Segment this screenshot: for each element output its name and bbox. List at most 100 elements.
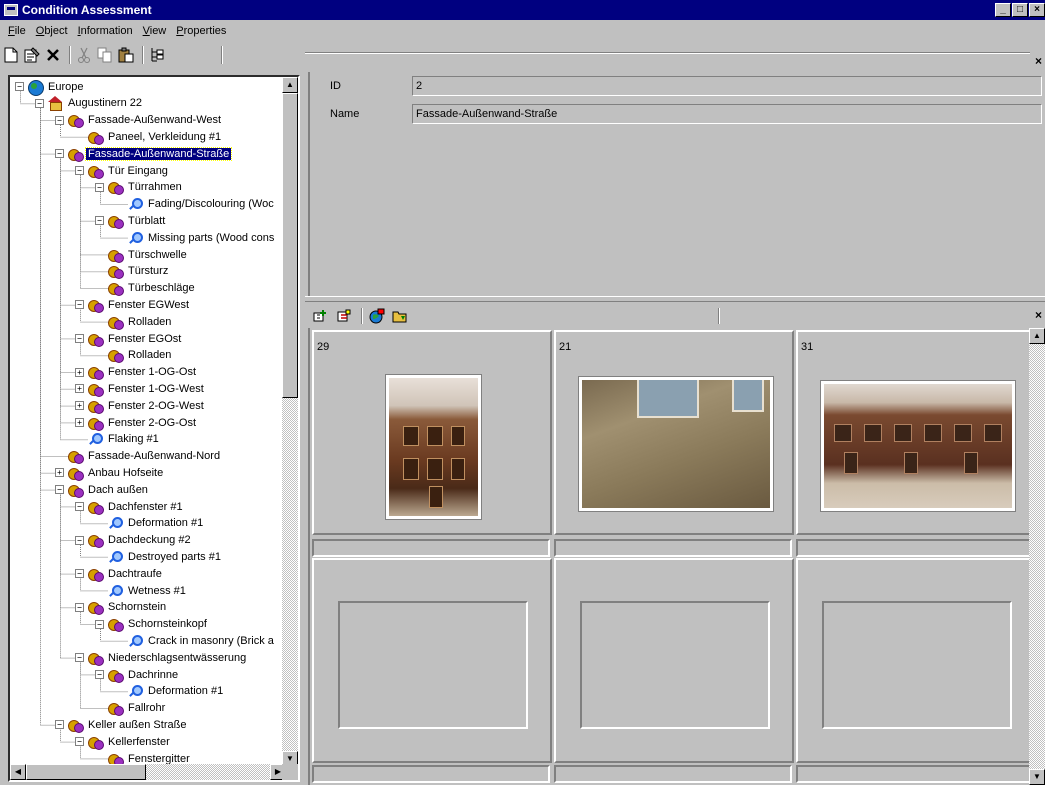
collapse-icon[interactable]: − xyxy=(35,98,44,108)
collapse-icon[interactable]: − xyxy=(55,485,64,495)
globe-link-icon[interactable] xyxy=(367,307,387,325)
tree-node-label[interactable]: Türschwelle xyxy=(126,249,189,261)
tree-node[interactable]: Missing parts (Wood cons xyxy=(115,229,276,246)
collapse-icon[interactable]: − xyxy=(75,535,84,545)
tree-node-label[interactable]: Fassade-Außenwand-Straße xyxy=(84,146,233,161)
tree-node-label[interactable]: Crack in masonry (Brick a xyxy=(146,635,276,647)
gallery-vertical-scrollbar[interactable]: ▲ ▼ xyxy=(1029,328,1045,785)
tree-node-label[interactable]: Niederschlagsentwässerung xyxy=(106,652,248,664)
tree-node-label[interactable]: Fenstergitter xyxy=(126,753,192,765)
tree-node[interactable]: − Schornstein xyxy=(75,599,168,616)
tree-node[interactable]: Crack in masonry (Brick a xyxy=(115,632,276,649)
tree-node-label[interactable]: Paneel, Verkleidung #1 xyxy=(106,131,223,143)
collapse-icon[interactable]: − xyxy=(75,653,84,663)
tree-node[interactable]: − Kellerfenster xyxy=(75,733,172,750)
tree-node[interactable]: − Dachfenster #1 xyxy=(75,498,185,515)
scroll-up-button[interactable]: ▲ xyxy=(1029,328,1045,344)
tree-node-label[interactable]: Fassade-Außenwand-Nord xyxy=(86,450,222,462)
delete-icon[interactable] xyxy=(44,46,62,64)
cut-icon[interactable] xyxy=(75,46,93,64)
tree-node[interactable]: − Fenster EGWest xyxy=(75,296,191,313)
tree-vertical-scrollbar[interactable]: ▲ ▼ xyxy=(282,77,298,767)
collapse-icon[interactable]: − xyxy=(55,720,64,730)
tree-node-label[interactable]: Fading/Discolouring (Woc xyxy=(146,198,276,210)
tree-node-label[interactable]: Keller außen Straße xyxy=(86,719,188,731)
tree-node[interactable]: Deformation #1 xyxy=(95,515,205,532)
tree-node[interactable]: − Fassade-Außenwand-Straße xyxy=(55,145,233,162)
tree-node[interactable]: Fallrohr xyxy=(95,700,167,717)
tree-node[interactable]: + Fenster 2-OG-West xyxy=(75,397,206,414)
tree-node[interactable]: − Europe xyxy=(15,78,85,96)
photo-caption-field[interactable] xyxy=(554,539,792,557)
paste-icon[interactable] xyxy=(117,46,135,64)
tree-node-label[interactable]: Fenster 1-OG-West xyxy=(106,383,206,395)
tree-node-label[interactable]: Türbeschläge xyxy=(126,282,197,294)
expand-icon[interactable]: + xyxy=(75,384,84,394)
tree-node[interactable]: − Türblatt xyxy=(95,212,167,229)
collapse-icon[interactable]: − xyxy=(75,502,84,511)
photo-thumbnail[interactable] xyxy=(385,374,482,520)
photo-cell-empty[interactable] xyxy=(796,558,1036,763)
menu-file[interactable]: File xyxy=(3,25,31,37)
tree-node-label[interactable]: Dach außen xyxy=(86,484,150,496)
tree-node-label[interactable]: Dachfenster #1 xyxy=(106,501,185,513)
tree-node-label[interactable]: Fenster EGWest xyxy=(106,299,191,311)
menu-properties[interactable]: Properties xyxy=(171,25,231,37)
tree-node-label[interactable]: Dachdeckung #2 xyxy=(106,534,193,546)
tree-node[interactable]: − Dachtraufe xyxy=(75,565,164,582)
tree-node[interactable]: Paneel, Verkleidung #1 xyxy=(75,128,223,145)
tree-node-label[interactable]: Fenster 2-OG-Ost xyxy=(106,417,198,429)
open-photo-icon[interactable] xyxy=(390,307,410,325)
collapse-icon[interactable]: − xyxy=(75,334,84,343)
tree-node[interactable]: Rolladen xyxy=(95,313,173,330)
tree-node[interactable]: − Niederschlagsentwässerung xyxy=(75,649,248,666)
object-tree[interactable]: − Europe − Augustinern 22− Fassade-Außenwand… xyxy=(8,75,300,782)
tree-node-label[interactable]: Türsturz xyxy=(126,265,170,277)
tree-node[interactable]: Destroyed parts #1 xyxy=(95,548,223,565)
photo-cell[interactable]: 31 xyxy=(796,330,1036,535)
name-field[interactable]: Fassade-Außenwand-Straße xyxy=(412,104,1042,124)
properties-close-button[interactable]: × xyxy=(1035,54,1042,68)
tree-node-label[interactable]: Destroyed parts #1 xyxy=(126,551,223,563)
collapse-icon[interactable]: − xyxy=(75,737,84,747)
expand-icon[interactable]: + xyxy=(75,367,84,377)
app-icon[interactable] xyxy=(4,4,18,16)
expand-icon[interactable]: + xyxy=(75,418,84,427)
tree-node-label[interactable]: Anbau Hofseite xyxy=(86,467,165,479)
tree-node[interactable]: + Fenster 2-OG-Ost xyxy=(75,414,198,431)
menu-object[interactable]: Object xyxy=(31,25,73,37)
collapse-icon[interactable]: − xyxy=(75,602,84,612)
collapse-icon[interactable]: − xyxy=(15,82,24,91)
expand-icon[interactable]: + xyxy=(75,401,84,411)
tree-node-label[interactable]: Kellerfenster xyxy=(106,736,172,748)
photo-caption-field[interactable] xyxy=(312,539,550,557)
photo-caption-field[interactable] xyxy=(312,765,550,783)
pane-splitter[interactable] xyxy=(305,296,1045,302)
tree-node[interactable]: − Fenster EGOst xyxy=(75,330,183,347)
gallery-close-button[interactable]: × xyxy=(1035,308,1042,322)
tree-node[interactable]: − Tür Eingang xyxy=(75,162,170,179)
tree-node[interactable]: + Fenster 1-OG-Ost xyxy=(75,364,198,381)
collapse-icon[interactable]: − xyxy=(55,115,64,125)
tree-node-label[interactable]: Rolladen xyxy=(126,316,173,328)
copy-icon[interactable] xyxy=(96,46,114,64)
tree-node[interactable]: − Türrahmen xyxy=(95,179,184,196)
tree-node[interactable]: Fassade-Außenwand-Nord xyxy=(55,448,222,465)
photo-caption-field[interactable] xyxy=(796,539,1034,557)
expand-icon[interactable]: + xyxy=(55,468,64,478)
tree-node[interactable]: Deformation #1 xyxy=(115,683,225,700)
collapse-icon[interactable]: − xyxy=(75,166,84,175)
photo-cell-empty[interactable] xyxy=(312,558,552,763)
tree-node[interactable]: Rolladen xyxy=(95,347,173,364)
collapse-icon[interactable]: − xyxy=(75,569,84,579)
tree-node[interactable]: − Augustinern 22 xyxy=(35,95,144,112)
tree-node[interactable]: − Schornsteinkopf xyxy=(95,616,209,633)
collapse-icon[interactable]: − xyxy=(95,216,104,226)
tree-node[interactable]: Türsturz xyxy=(95,263,170,280)
title-bar[interactable]: Condition Assessment _ □ × xyxy=(0,0,1045,20)
scroll-left-button[interactable]: ◀ xyxy=(10,764,26,780)
scroll-down-button[interactable]: ▼ xyxy=(1029,769,1045,785)
tree-node-label[interactable]: Augustinern 22 xyxy=(66,97,144,109)
close-button[interactable]: × xyxy=(1029,3,1045,17)
collapse-icon[interactable]: − xyxy=(55,149,64,159)
